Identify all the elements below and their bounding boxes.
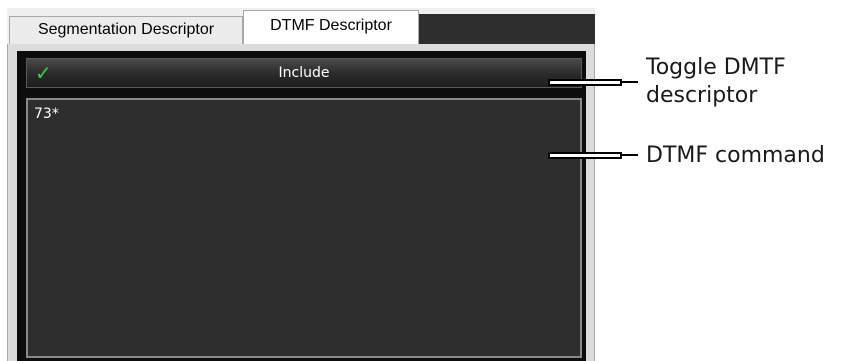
tab-strip-filler — [419, 14, 595, 44]
command-callout-line — [620, 154, 638, 156]
dtmf-command-field[interactable]: 73* — [26, 98, 582, 358]
toggle-callout-marker — [548, 79, 622, 86]
tab-panel: ✓ Include 73* — [7, 44, 595, 361]
tab-segmentation-descriptor[interactable]: Segmentation Descriptor — [9, 16, 243, 44]
tab-strip: Segmentation Descriptor DTMF Descriptor — [7, 8, 595, 44]
toggle-callout-label: Toggle DMTF descriptor — [646, 54, 786, 110]
toggle-callout-line — [620, 81, 638, 83]
command-callout-marker — [548, 152, 622, 159]
toggle-callout-line2: descriptor — [646, 83, 758, 108]
command-callout-label: DTMF command — [646, 143, 825, 168]
include-toggle[interactable]: ✓ Include — [26, 58, 582, 88]
include-label: Include — [278, 65, 330, 81]
dtmf-descriptor-window: Segmentation Descriptor DTMF Descriptor … — [7, 8, 595, 361]
dtmf-command-value: 73* — [34, 106, 59, 122]
toggle-callout-line1: Toggle DMTF — [646, 55, 786, 80]
panel-dark-area: ✓ Include 73* — [17, 51, 586, 361]
tab-dtmf-descriptor[interactable]: DTMF Descriptor — [243, 10, 419, 44]
